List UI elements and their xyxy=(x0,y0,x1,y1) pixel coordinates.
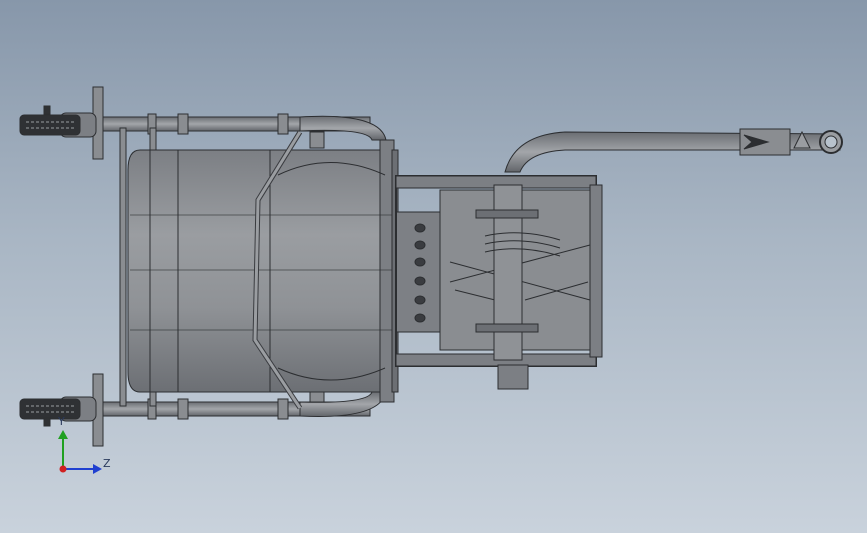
plate-hole xyxy=(414,313,426,323)
top-wheel-tire xyxy=(19,114,81,136)
plate-hole xyxy=(414,295,426,305)
axle-hub xyxy=(497,364,529,390)
cart-model[interactable] xyxy=(0,0,867,533)
bottom-wheel-tire xyxy=(19,398,81,420)
axle-bracket xyxy=(475,323,539,333)
triad-x-origin-icon xyxy=(59,465,67,473)
drum-body xyxy=(127,149,393,393)
triad-y-label: Y xyxy=(58,415,65,428)
axle-bracket xyxy=(475,209,539,219)
left-post xyxy=(119,127,127,407)
top-rail-coupling xyxy=(277,113,289,135)
top-wheel-axle xyxy=(43,105,51,115)
triad-z-arrow-icon xyxy=(93,464,102,474)
triad-z-label: Z xyxy=(103,457,111,470)
cad-graphics-viewport[interactable]: Y Z xyxy=(0,0,867,533)
mount-tab xyxy=(309,131,325,149)
bottom-wheel-axle xyxy=(43,417,51,427)
plate-hole xyxy=(414,257,426,267)
top-rail-coupling xyxy=(177,113,189,135)
handle-ring-hole xyxy=(824,135,838,149)
plate-hole xyxy=(414,240,426,250)
chassis-right-plate xyxy=(589,184,603,358)
plate-hole xyxy=(414,276,426,286)
triad-y-arrow-icon xyxy=(58,430,68,439)
plate-hole xyxy=(414,223,426,233)
mount-tab xyxy=(309,391,325,403)
bottom-rail-coupling xyxy=(277,398,289,420)
bottom-rail-coupling xyxy=(177,398,189,420)
